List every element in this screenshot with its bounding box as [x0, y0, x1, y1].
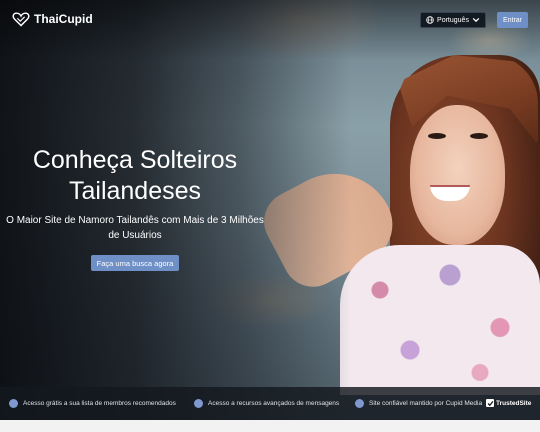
language-selector[interactable]: Português	[420, 12, 486, 28]
trustedsite-badge[interactable]: TrustedSite	[486, 399, 531, 407]
hero-subheadline: O Maior Site de Namoro Tailandês com Mai…	[6, 215, 264, 241]
login-button[interactable]: Entrar	[497, 12, 528, 28]
bullet-icon	[355, 399, 364, 408]
chevron-down-icon	[472, 17, 480, 23]
globe-icon	[426, 16, 434, 24]
feature-label: Site confiável mantido por Cupid Media	[369, 400, 483, 407]
feature-label: Acesso a recursos avançados de mensagens	[208, 400, 340, 407]
heart-logo-icon	[12, 12, 30, 27]
feature-label: Acesso grátis a sua lista de membros rec…	[23, 400, 176, 407]
trustedsite-label: TrustedSite	[496, 399, 532, 407]
language-label: Português	[437, 16, 469, 24]
logo-text: ThaiCupid	[34, 12, 93, 26]
logo[interactable]: ThaiCupid	[12, 11, 93, 27]
site-header: ThaiCupid Português Entrar	[0, 0, 540, 38]
features-bar: Acesso grátis a sua lista de membros rec…	[0, 387, 540, 420]
check-icon	[486, 399, 494, 407]
feature-item: Site confiável mantido por Cupid Media	[355, 399, 482, 408]
search-now-button[interactable]: Faça uma busca agora	[91, 255, 179, 271]
bullet-icon	[9, 399, 18, 408]
feature-item: Acesso grátis a sua lista de membros rec…	[9, 399, 176, 408]
bullet-icon	[194, 399, 203, 408]
hero-background	[0, 0, 540, 420]
page-bottom-strip	[0, 420, 540, 432]
hero-headline: Conheça Solteiros Tailandeses	[32, 146, 238, 205]
feature-item: Acesso a recursos avançados de mensagens	[194, 399, 339, 408]
